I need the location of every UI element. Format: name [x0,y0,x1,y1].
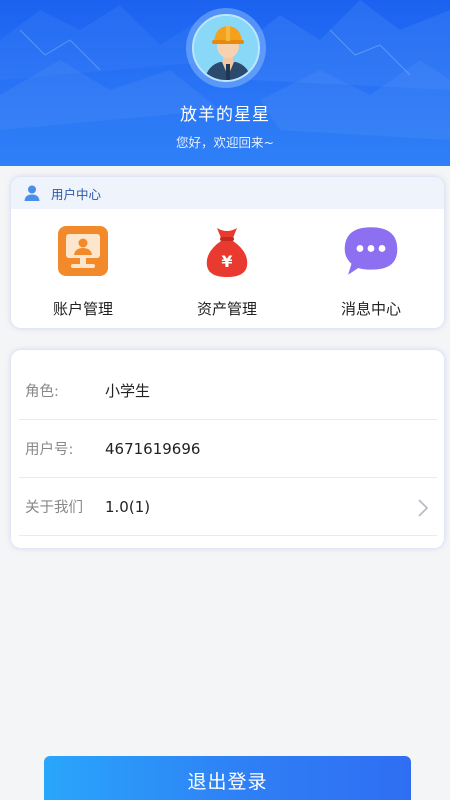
version-value: 1.0(1) [105,497,151,516]
user-center-card: 用户中心 账户管理 ¥ 资产管理 消息中心 [11,177,444,328]
menu-item-account-management[interactable]: 账户管理 [11,209,155,328]
money-bag-icon: ¥ [199,223,255,279]
menu-item-message-center[interactable]: 消息中心 [299,209,443,328]
chevron-right-icon [417,498,429,518]
account-info-card: 角色: 小学生 用户号: 4671619696 关于我们 1.0(1) [11,350,444,548]
user-id-label: 用户号: [25,442,74,458]
user-id-value: 4671619696 [105,439,201,458]
role-label: 角色: [25,384,59,400]
info-row-user-id: 用户号: 4671619696 [19,420,437,478]
profile-header: 放羊的星星 您好，欢迎回来~ [0,0,450,166]
avatar[interactable] [192,14,260,82]
info-row-role: 角色: 小学生 [19,362,437,420]
user-icon [23,184,41,202]
svg-text:¥: ¥ [221,252,232,271]
menu-item-label: 资产管理 [196,300,257,318]
logout-button[interactable]: 退出登录 [44,756,411,800]
role-value: 小学生 [105,382,151,400]
user-name: 放羊的星星 [180,105,270,125]
about-us-label: 关于我们 [25,500,83,516]
info-row-about-us[interactable]: 关于我们 1.0(1) [19,478,437,536]
user-center-menu: 账户管理 ¥ 资产管理 消息中心 [11,209,444,328]
menu-item-asset-management[interactable]: ¥ 资产管理 [155,209,299,328]
user-center-header: 用户中心 [11,177,444,209]
menu-item-label: 账户管理 [52,300,113,318]
monitor-account-icon [55,223,111,279]
menu-item-label: 消息中心 [340,300,401,318]
user-center-title: 用户中心 [51,186,102,202]
chat-bubble-icon [343,223,399,279]
greeting-text: 您好，欢迎回来~ [176,135,274,150]
